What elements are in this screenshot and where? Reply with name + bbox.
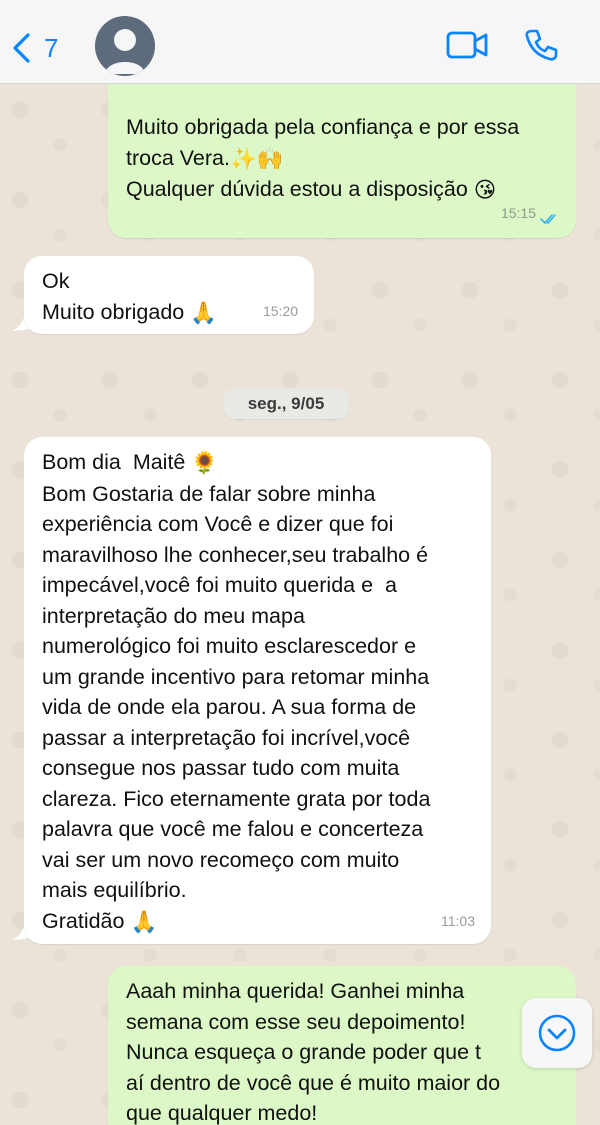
phone-icon[interactable] [524,28,558,62]
message-text: vai ser um novo recomeço com muito [42,847,400,872]
raised-hands-emoji: 🙌 [256,146,284,171]
message-bubble-outgoing[interactable]: Aaah minha querida! Ganhei minha semana … [108,966,576,1125]
folded-hands-emoji: 🙏 [190,300,217,325]
message-bubble-incoming[interactable]: Bom dia Maitê 🌻 Bom Gostaria de falar so… [24,437,491,944]
message-text: numerológico foi muito esclarescedor e [42,634,417,659]
chevron-down-circle-icon [538,1014,576,1052]
message-text: um grande incentivo para retomar minha [42,664,430,689]
scroll-to-bottom-button[interactable] [522,998,592,1068]
sparkles-emoji: ✨ [229,146,257,171]
sunflower-emoji: 🌻 [191,451,219,476]
message-text: aí dentro de você que é muito maior do [126,1070,501,1095]
message-text: Bom dia Maitê [42,450,186,474]
message-text: Muito obrigado [42,299,185,324]
message-bubble-incoming[interactable]: Ok Muito obrigado 🙏 15:20 [24,256,314,334]
message-text: consegue nos passar tudo com muita [42,756,400,781]
unread-count: 7 [44,32,59,63]
video-camera-icon[interactable] [446,28,488,62]
message-text: clareza. Fico eternamente grata por toda [42,786,431,811]
message-text: Nunca esqueça o grande poder que t [126,1040,482,1064]
message-text: Gratidão [42,908,125,933]
message-time: 15:15 [500,204,536,221]
message-text: passar a interpretação foi incrível,você [42,725,411,750]
kissing-face-emoji: 😘 [473,178,497,203]
message-text: semana com esse seu depoimento! [126,1009,466,1034]
message-time: 11:03 [441,912,475,929]
message-text: Muito obrigada pela confiança e por essa [126,115,520,139]
message-text: que qualquer medo! [126,1101,318,1125]
message-text: experiência com Você e dizer que foi [42,512,394,537]
date-separator: seg., 9/05 [224,389,348,419]
back-button[interactable]: 7 [10,28,58,68]
message-text: mais equilíbrio. [42,878,187,903]
message-text: Aaah minha querida! Ganhei minha [126,979,465,1003]
message-time: 15:20 [262,302,298,319]
message-text: vida de onde ela parou. A sua forma de [42,695,417,720]
message-bubble-outgoing[interactable]: Muito obrigada pela confiança e por essa… [108,72,576,238]
avatar[interactable] [95,16,155,76]
message-text: Qualquer dúvida estou a disposição [126,177,468,202]
read-ticks-icon [540,214,556,225]
message-text: palavra que você me falou e concerteza [42,817,424,842]
avatar-placeholder-icon [95,16,155,76]
message-text: Ok [42,269,70,293]
message-text: Bom Gostaria de falar sobre minha [42,481,376,506]
chat-header: 7 [0,0,600,84]
chevron-left-icon [13,33,30,63]
message-text: impecável,você foi muito querida e a [42,573,397,598]
message-text: maravilhoso lhe conhecer,seu trabalho é [42,542,429,567]
message-text: interpretação do meu mapa [42,603,305,628]
message-text: troca Vera. [126,145,230,170]
folded-hands-emoji: 🙏 [130,909,158,934]
